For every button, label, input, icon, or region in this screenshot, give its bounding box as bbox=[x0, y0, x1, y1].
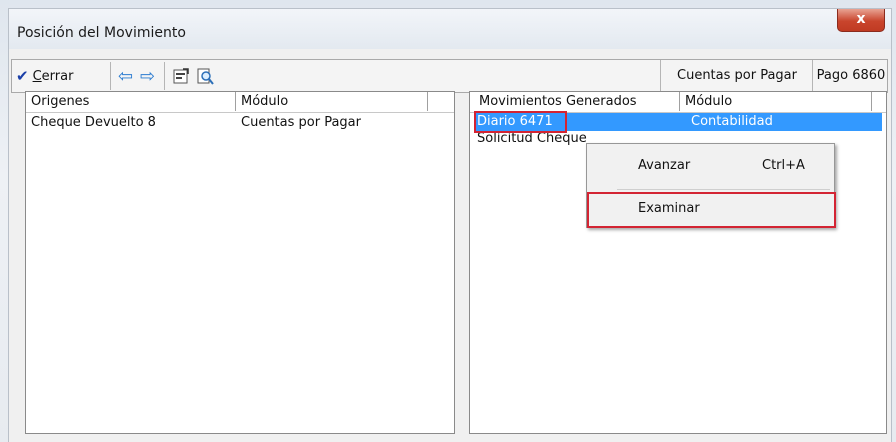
properties-button[interactable] bbox=[172, 60, 190, 92]
close-icon: x bbox=[856, 11, 866, 27]
check-icon: ✔ bbox=[16, 67, 29, 85]
back-button[interactable]: ⇦ bbox=[118, 60, 133, 92]
column-header-modulo[interactable]: Módulo bbox=[236, 92, 428, 111]
magnifier-icon bbox=[197, 68, 214, 85]
origins-row-module[interactable]: Cuentas por Pagar bbox=[241, 114, 361, 132]
arrow-left-icon: ⇦ bbox=[118, 65, 134, 87]
properties-icon bbox=[173, 68, 189, 84]
forward-button[interactable]: ⇨ bbox=[140, 60, 155, 92]
row-module: Contabilidad bbox=[691, 114, 773, 129]
examine-button[interactable] bbox=[196, 60, 214, 92]
close-button[interactable]: ✔ Cerrar bbox=[16, 60, 73, 92]
toolbar-separator bbox=[110, 62, 111, 90]
toolbar: ✔ Cerrar ⇦ ⇨ Cuentas por Pagar Pago 6860 bbox=[11, 59, 888, 93]
generated-movements-header: Movimientos Generados Módulo bbox=[470, 92, 886, 113]
origins-header: Origenes Módulo bbox=[26, 92, 454, 113]
menu-item-avanzar[interactable]: Avanzar Ctrl+A bbox=[590, 153, 831, 179]
close-window-button[interactable]: x bbox=[837, 9, 885, 32]
title-bar: Posición del Movimiento x bbox=[9, 9, 891, 49]
column-header-origenes[interactable]: Origenes bbox=[26, 92, 236, 111]
origins-row-name[interactable]: Cheque Devuelto 8 bbox=[31, 114, 156, 132]
reference-indicator: Pago 6860 bbox=[812, 60, 889, 92]
highlight-box bbox=[474, 111, 567, 133]
arrow-right-icon: ⇨ bbox=[140, 65, 156, 87]
toolbar-separator bbox=[164, 62, 165, 90]
menu-item-label: Avanzar bbox=[638, 158, 691, 173]
close-button-label: Cerrar bbox=[32, 68, 74, 84]
column-header-modulo[interactable]: Módulo bbox=[680, 92, 872, 111]
highlight-box bbox=[587, 192, 836, 228]
origins-list[interactable]: Origenes Módulo Cheque Devuelto 8 Cuenta… bbox=[25, 91, 455, 434]
menu-item-shortcut: Ctrl+A bbox=[762, 158, 805, 173]
module-indicator: Cuentas por Pagar bbox=[660, 60, 813, 92]
menu-divider bbox=[617, 189, 830, 190]
window-title: Posición del Movimiento bbox=[17, 25, 186, 41]
column-header-movimientos[interactable]: Movimientos Generados bbox=[474, 92, 680, 111]
